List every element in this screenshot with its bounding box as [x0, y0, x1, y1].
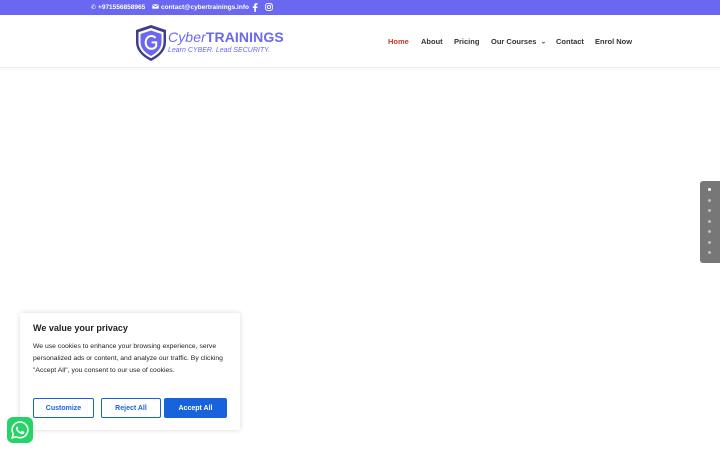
reject-all-button[interactable]: Reject All — [101, 398, 161, 418]
slider-dot-4[interactable] — [708, 219, 711, 223]
slider-dot-nav — [700, 181, 720, 263]
email-text: contact@cybertrainings.info — [161, 4, 249, 11]
phone-icon: ✆ — [91, 5, 97, 11]
customize-button[interactable]: Customize — [33, 398, 94, 418]
nav-item-contact[interactable]: Contact — [556, 37, 584, 46]
nav-item-about[interactable]: About — [421, 37, 443, 46]
cookie-consent-banner: We value your privacy We use cookies to … — [20, 313, 240, 430]
email-link[interactable]: contact@cybertrainings.info — [152, 0, 249, 15]
chevron-down-icon: ⌄ — [540, 38, 547, 45]
slider-dot-5[interactable] — [708, 230, 711, 233]
whatsapp-icon — [11, 421, 29, 439]
nav-item-our-courses[interactable]: Our Courses ⌄ — [491, 37, 546, 46]
facebook-icon[interactable] — [250, 2, 260, 12]
nav-item-pricing[interactable]: Pricing — [454, 37, 479, 46]
slider-dot-7[interactable] — [708, 251, 711, 254]
cookie-body: We use cookies to enhance your browsing … — [33, 343, 223, 374]
phone-link[interactable]: ✆ +971556858965 — [91, 0, 145, 15]
top-bar: ✆ +971556858965 contact@cybertrainings.i… — [0, 0, 720, 15]
instagram-icon[interactable] — [264, 2, 274, 12]
phone-text: +971556858965 — [98, 4, 146, 11]
accept-all-button[interactable]: Accept All — [164, 398, 227, 418]
main-nav: Home About Pricing Our Courses ⌄ Contact… — [0, 15, 720, 67]
envelope-icon — [152, 4, 159, 11]
nav-item-enrol-now[interactable]: Enrol Now — [595, 37, 632, 46]
nav-item-home[interactable]: Home — [388, 37, 409, 46]
slider-dot-6[interactable] — [708, 240, 711, 244]
slider-dot-1[interactable] — [708, 188, 711, 191]
cookie-title: We value your privacy — [33, 323, 128, 333]
slider-dot-3[interactable] — [708, 209, 711, 212]
slider-dot-2[interactable] — [708, 198, 711, 202]
whatsapp-button[interactable] — [7, 417, 33, 443]
